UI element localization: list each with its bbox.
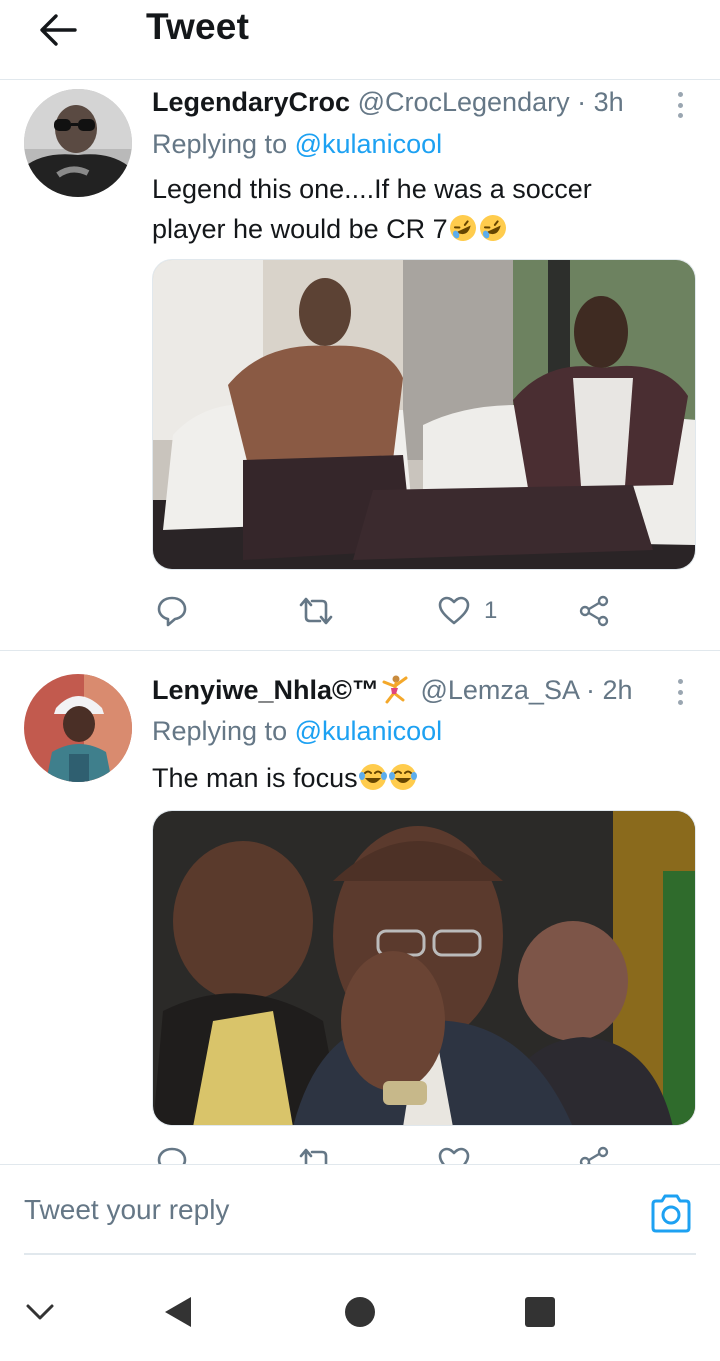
- separator: ·: [586, 675, 595, 705]
- tweet-reply[interactable]: Lenyiwe_Nhla©™ @Lemza_SA · 2h Replying t…: [0, 652, 720, 1164]
- share-button[interactable]: [578, 1142, 610, 1164]
- tweet-image[interactable]: [152, 810, 696, 1126]
- tweet-text-body: The man is focus: [152, 763, 358, 793]
- reply-composer: [0, 1164, 720, 1256]
- display-name[interactable]: Lenyiwe_Nhla©™: [152, 675, 379, 705]
- rofl-emoji: [449, 215, 476, 241]
- reply-icon: [157, 1147, 187, 1164]
- tweet-image[interactable]: [152, 259, 696, 570]
- system-recents-button[interactable]: [522, 1292, 558, 1332]
- camera-button[interactable]: [648, 1193, 694, 1235]
- tweet-text: The man is focus: [152, 758, 672, 798]
- divider: [24, 1253, 696, 1255]
- system-nav-bar: [0, 1262, 720, 1361]
- replying-to-label: Replying to: [152, 716, 288, 746]
- mention-link[interactable]: @kulanicool: [295, 716, 443, 746]
- system-home-button[interactable]: [342, 1292, 378, 1332]
- share-button[interactable]: [578, 591, 610, 631]
- like-button[interactable]: [438, 1142, 470, 1164]
- reply-button[interactable]: [156, 591, 188, 631]
- replying-to: Replying to @kulanicool: [152, 716, 442, 747]
- tweet-actions: 1: [152, 591, 672, 631]
- tweet-header: LegendaryCroc @CrocLegendary · 3h: [152, 87, 624, 118]
- tweet-actions: [152, 1142, 672, 1164]
- timestamp: 3h: [593, 87, 624, 117]
- nav-recents-icon: [525, 1297, 555, 1327]
- like-count: 1: [484, 597, 498, 624]
- like-icon: [438, 596, 470, 625]
- system-back-button[interactable]: [160, 1292, 196, 1332]
- username[interactable]: @Lemza_SA: [420, 675, 578, 705]
- replying-to-label: Replying to: [152, 129, 288, 159]
- back-arrow-icon: [40, 14, 77, 46]
- like-button[interactable]: 1: [438, 591, 497, 631]
- reply-input[interactable]: [24, 1187, 624, 1233]
- nav-home-icon: [345, 1297, 375, 1327]
- retweet-button[interactable]: [298, 591, 334, 631]
- username[interactable]: @CrocLegendary: [358, 87, 570, 117]
- joy-emoji: [358, 764, 387, 790]
- retweet-icon: [299, 1148, 328, 1164]
- mention-link[interactable]: @kulanicool: [295, 129, 443, 159]
- dancer-emoji: [382, 675, 408, 704]
- tweet-header: Lenyiwe_Nhla©™ @Lemza_SA · 2h: [152, 674, 633, 706]
- separator: ·: [577, 87, 587, 117]
- more-vertical-icon: [677, 679, 683, 684]
- more-vertical-icon: [677, 92, 683, 97]
- nav-back-icon: [165, 1297, 191, 1327]
- more-options-button[interactable]: [668, 676, 692, 708]
- collapse-button[interactable]: [22, 1292, 58, 1332]
- more-options-button[interactable]: [668, 89, 692, 121]
- tweet-reply[interactable]: LegendaryCroc @CrocLegendary · 3h Replyi…: [0, 81, 720, 651]
- display-name[interactable]: LegendaryCroc: [152, 87, 350, 117]
- camera-icon: [651, 1194, 691, 1233]
- joy-emoji: [388, 764, 417, 790]
- reply-icon: [157, 596, 187, 627]
- page-title: Tweet: [146, 6, 250, 47]
- like-icon: [438, 1147, 470, 1164]
- rofl-emoji: [479, 215, 506, 241]
- top-bar: Tweet: [0, 0, 720, 80]
- share-icon: [579, 595, 609, 627]
- avatar[interactable]: [24, 674, 132, 782]
- avatar[interactable]: [24, 89, 132, 197]
- share-icon: [579, 1146, 609, 1164]
- tweet-text: Legend this one....If he was a soccer pl…: [152, 169, 672, 249]
- replying-to: Replying to @kulanicool: [152, 129, 442, 160]
- back-button[interactable]: [30, 8, 86, 52]
- chevron-down-icon: [26, 1304, 54, 1320]
- retweet-icon: [299, 597, 333, 625]
- reply-button[interactable]: [156, 1142, 188, 1164]
- timestamp: 2h: [602, 675, 633, 705]
- retweet-button[interactable]: [298, 1142, 334, 1164]
- tweet-text-body: Legend this one....If he was a soccer pl…: [152, 174, 592, 244]
